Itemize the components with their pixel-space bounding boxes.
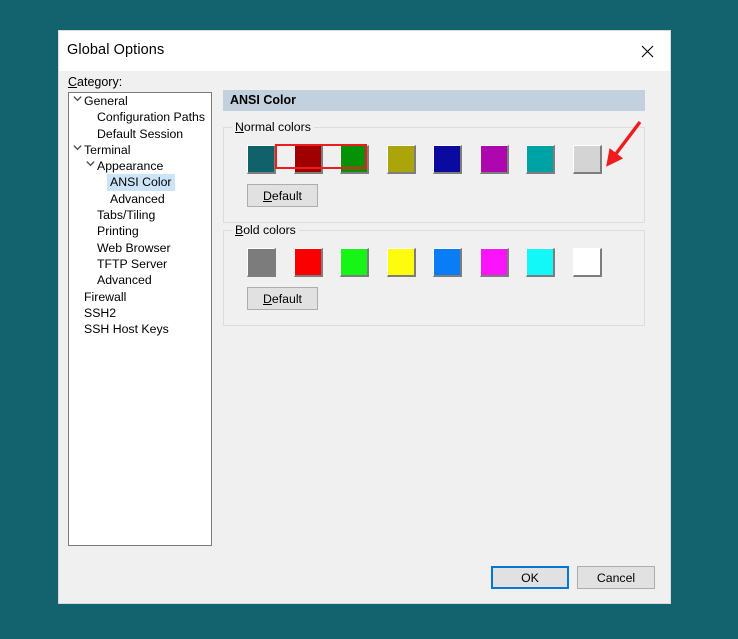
category-label: Category: — [68, 75, 123, 89]
normal-swatch-red[interactable] — [293, 145, 323, 174]
tree-item-label: Default Session — [97, 126, 184, 141]
tree-item-label: Advanced — [97, 273, 152, 288]
tree-item-appearance[interactable]: Appearance — [69, 158, 211, 174]
page-title: Global Options — [67, 42, 165, 58]
bold-colors-title: Bold colors — [232, 223, 299, 237]
bold-swatch-bright-yellow[interactable] — [386, 248, 416, 277]
bold-swatch-bright-black[interactable] — [247, 248, 276, 277]
category-tree[interactable]: General Configuration Paths Default Sessio… — [68, 92, 212, 546]
tree-item-label: Printing — [97, 224, 139, 239]
tree-item-advanced[interactable]: Advanced — [69, 191, 211, 207]
bold-swatch-bright-red[interactable] — [293, 248, 323, 277]
normal-colors-title: Normal colors — [232, 120, 314, 134]
bold-swatch-bright-blue[interactable] — [433, 248, 462, 277]
tree-item-ssh2[interactable]: SSH2 — [69, 305, 211, 321]
tree-item-firewall[interactable]: Firewall — [69, 289, 211, 305]
normal-swatch-white[interactable] — [572, 145, 602, 174]
close-button[interactable] — [624, 31, 670, 71]
tree-item-label: Configuration Paths — [97, 110, 206, 125]
tree-item-label: Terminal — [84, 142, 131, 157]
tree-item-web-browser[interactable]: Web Browser — [69, 240, 211, 256]
bold-swatch-bright-white[interactable] — [572, 248, 602, 277]
bold-default-button[interactable]: Default — [247, 287, 318, 310]
ok-button[interactable]: OK — [491, 566, 569, 589]
bold-swatch-bright-cyan[interactable] — [526, 248, 555, 277]
tree-item-label: Advanced — [110, 191, 165, 206]
bold-swatch-bright-green[interactable] — [340, 248, 369, 277]
normal-swatch-cyan[interactable] — [526, 145, 555, 174]
normal-colors-group: Normal colors Default — [223, 120, 645, 223]
tree-item-label: General — [84, 94, 128, 108]
tree-item-label: TFTP Server — [97, 256, 168, 271]
tree-item-label: ANSI Color — [107, 174, 175, 191]
tree-item-label: Firewall — [84, 289, 127, 304]
cancel-button[interactable]: Cancel — [577, 566, 655, 589]
tree-item-ansi-color[interactable]: ANSI Color — [69, 174, 211, 191]
tree-item-configuration-paths[interactable]: Configuration Paths — [69, 109, 211, 125]
normal-swatch-row — [247, 145, 602, 174]
normal-swatch-black[interactable] — [247, 145, 276, 174]
normal-swatch-green[interactable] — [340, 145, 369, 174]
pane-header-title: ANSI Color — [230, 93, 296, 107]
normal-default-button[interactable]: Default — [247, 184, 318, 207]
tree-item-label: Appearance — [97, 159, 164, 174]
tree-item-terminal[interactable]: Terminal — [69, 142, 211, 158]
bold-colors-group: Bold colors Default — [223, 223, 645, 326]
tree-item-ssh-host-keys[interactable]: SSH Host Keys — [69, 321, 211, 337]
tree-item-printing[interactable]: Printing — [69, 223, 211, 239]
global-options-dialog: Global Options Category: General Configur… — [59, 31, 670, 603]
title-bar: Global Options — [59, 31, 670, 71]
bold-swatch-bright-magenta[interactable] — [479, 248, 509, 277]
bold-swatch-row — [247, 248, 602, 277]
tree-item-general[interactable]: General — [69, 93, 211, 109]
tree-item-label: Tabs/Tiling — [97, 208, 156, 223]
tree-item-label: SSH Host Keys — [84, 322, 169, 337]
normal-swatch-magenta[interactable] — [479, 145, 509, 174]
tree-item-label: Web Browser — [97, 240, 171, 255]
normal-swatch-blue[interactable] — [433, 145, 462, 174]
pane-header: ANSI Color — [223, 90, 645, 111]
tree-item-default-session[interactable]: Default Session — [69, 126, 211, 142]
close-icon — [641, 45, 654, 58]
tree-item-tftp-server[interactable]: TFTP Server — [69, 256, 211, 272]
tree-item-label: SSH2 — [84, 305, 117, 320]
tree-item-advanced[interactable]: Advanced — [69, 272, 211, 288]
normal-swatch-yellow[interactable] — [386, 145, 416, 174]
chevron-down-icon[interactable] — [71, 93, 84, 109]
chevron-down-icon[interactable] — [84, 158, 97, 174]
tree-item-tabs-tiling[interactable]: Tabs/Tiling — [69, 207, 211, 223]
chevron-down-icon[interactable] — [71, 142, 84, 158]
